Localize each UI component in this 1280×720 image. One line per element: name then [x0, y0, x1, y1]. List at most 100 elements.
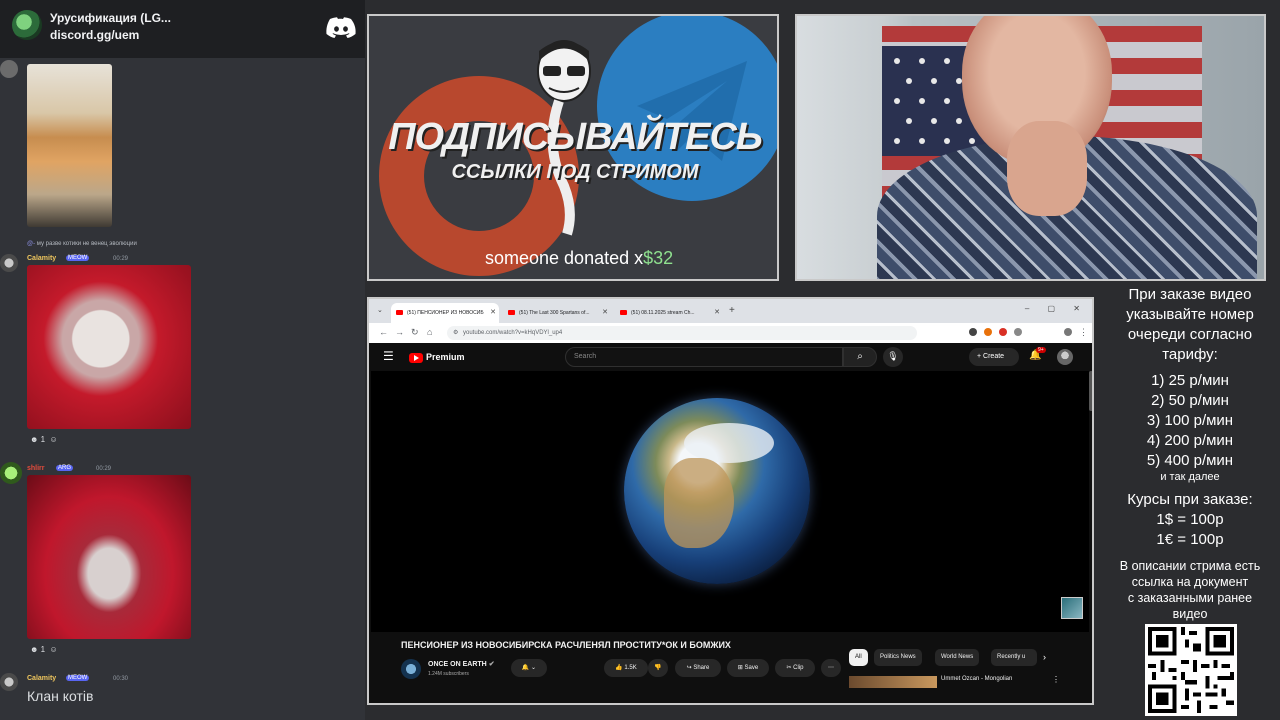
- subscriber-count: 1.24M subscribers: [428, 671, 469, 677]
- browser-window: ⌄ (51) ПЕНСИОНЕР ИЗ НОВОСИБ ✕ (51) The L…: [367, 297, 1094, 705]
- search-input[interactable]: Search: [565, 347, 843, 367]
- youtube-premium-label[interactable]: Premium: [426, 352, 465, 362]
- account-avatar[interactable]: [1057, 349, 1073, 365]
- youtube-favicon-icon: [620, 310, 627, 315]
- tab-search-icon[interactable]: ⌄: [377, 306, 383, 314]
- reaction-pill[interactable]: ☻ 1 ☺: [30, 435, 58, 444]
- page-scrollbar[interactable]: [1089, 371, 1092, 411]
- close-icon[interactable]: ✕: [490, 308, 496, 316]
- chip-recently-uploaded[interactable]: Recently u: [991, 649, 1037, 666]
- cat-gif-image[interactable]: [27, 475, 191, 639]
- discord-chat-panel: Урусификация (LG... discord.gg/uem @‑ му…: [0, 0, 365, 720]
- new-tab-button[interactable]: +: [729, 305, 735, 316]
- browser-tab[interactable]: (51) The Last 300 Spartans of... ✕: [503, 303, 611, 323]
- subscribe-banner: ПОДПИСЫВАЙТЕСЬ ССЫЛКИ ПОД СТРИМОМ someon…: [367, 14, 779, 281]
- forward-icon[interactable]: →: [395, 327, 404, 337]
- info-heading-line: При заказе видео: [1128, 286, 1252, 303]
- order-info-panel: При заказе видео указывайте номер очеред…: [1100, 285, 1280, 622]
- recommended-video-title[interactable]: Ummet Ozcan - Mongolian: [941, 676, 1012, 682]
- user-avatar[interactable]: [0, 462, 22, 484]
- hamburger-menu-icon[interactable]: ☰: [383, 349, 394, 363]
- server-name: Урусификация (LG...: [50, 11, 171, 25]
- chevron-right-icon[interactable]: ›: [1043, 652, 1046, 662]
- notification-count-badge: 9+: [1036, 347, 1046, 353]
- browser-tab-bar: ⌄ (51) ПЕНСИОНЕР ИЗ НОВОСИБ ✕ (51) The L…: [369, 299, 1092, 323]
- like-button[interactable]: 👍 1.5K: [604, 659, 648, 677]
- profile-icon[interactable]: [1064, 328, 1072, 336]
- more-actions-button[interactable]: ⋯: [821, 659, 841, 677]
- role-badge: MEOW: [66, 255, 90, 261]
- role-badge: ARG: [56, 465, 74, 471]
- close-icon[interactable]: ✕: [714, 308, 720, 316]
- earth-africa: [664, 458, 734, 548]
- extension-icon[interactable]: [999, 328, 1007, 336]
- tariff-line: 1) 25 р/мин: [1151, 372, 1229, 389]
- info-heading-line: очереди согласно: [1127, 326, 1253, 343]
- cat-gif-image[interactable]: [27, 64, 112, 227]
- discord-server-header[interactable]: Урусификация (LG... discord.gg/uem: [0, 0, 365, 58]
- chip-all[interactable]: All: [849, 649, 868, 666]
- home-icon[interactable]: ⌂: [427, 327, 432, 337]
- browser-tab[interactable]: (51) ПЕНСИОНЕР ИЗ НОВОСИБ ✕: [391, 303, 499, 323]
- share-button[interactable]: ↪ Share: [675, 659, 721, 677]
- address-bar[interactable]: ⚙ youtube.com/watch?v=kHqVDYl_up4: [447, 326, 917, 340]
- server-invite-link[interactable]: discord.gg/uem: [50, 28, 139, 42]
- rate-line: 1€ = 100р: [1156, 531, 1224, 548]
- save-button[interactable]: ⊞ Save: [727, 659, 769, 677]
- message-author[interactable]: Calamity: [27, 255, 56, 262]
- webcam-feed: [795, 14, 1266, 281]
- reply-preview[interactable]: @‑ му разве котики не венец эволюции: [27, 241, 137, 247]
- recommended-video-thumbnail[interactable]: [849, 676, 937, 688]
- note-line: В описании стрима есть: [1119, 559, 1261, 573]
- message-author[interactable]: Calamity: [27, 675, 56, 682]
- chip-world-news[interactable]: World News: [935, 649, 980, 666]
- message-timestamp: 00:29: [113, 256, 129, 262]
- donation-alert: someone donated x$32: [485, 248, 674, 268]
- reload-icon[interactable]: ↻: [411, 327, 419, 338]
- site-info-icon[interactable]: ⚙: [453, 329, 458, 336]
- close-icon[interactable]: ✕: [602, 308, 608, 316]
- message-timestamp: 00:30: [113, 676, 129, 682]
- discord-icon: [326, 17, 356, 38]
- banner-subtitle: ССЫЛКИ ПОД СТРИМОМ: [451, 161, 699, 183]
- youtube-logo-icon[interactable]: [409, 353, 423, 363]
- user-avatar[interactable]: [0, 673, 18, 691]
- tariff-line: 2) 50 р/мин: [1151, 392, 1229, 409]
- note-line: ссылка на документ: [1131, 575, 1249, 589]
- browser-tab[interactable]: (51) 08.11.2025 stream Ch... ✕: [615, 303, 723, 323]
- tariff-more: и так далее: [1160, 471, 1220, 483]
- more-options-icon[interactable]: ⋮: [1052, 675, 1060, 684]
- banner-title: ПОДПИСЫВАЙТЕСЬ: [388, 116, 763, 158]
- browser-menu-icon[interactable]: ⋮: [1079, 327, 1088, 338]
- extension-icon[interactable]: [984, 328, 992, 336]
- search-icon[interactable]: ⌕: [843, 347, 877, 367]
- message-author[interactable]: shlirr: [27, 465, 45, 472]
- chip-politics-news[interactable]: Politics News: [874, 649, 922, 666]
- browser-toolbar: ← → ↻ ⌂ ⚙ youtube.com/watch?v=kHqVDYl_up…: [369, 323, 1092, 343]
- message-text: Клан котів: [27, 688, 94, 704]
- youtube-favicon-icon: [396, 310, 403, 315]
- cat-gif-image[interactable]: [27, 265, 191, 429]
- channel-avatar[interactable]: [401, 659, 421, 679]
- back-icon[interactable]: ←: [379, 327, 388, 337]
- video-player[interactable]: [371, 371, 1089, 632]
- create-button[interactable]: + Create: [969, 348, 1019, 366]
- youtube-header: ☰ Premium Search ⌕ 🎙 + Create 🔔 9+: [369, 343, 1092, 371]
- user-avatar[interactable]: [0, 254, 18, 272]
- extensions-puzzle-icon[interactable]: [1014, 328, 1022, 336]
- microphone-icon[interactable]: 🎙: [883, 347, 903, 367]
- user-avatar[interactable]: [0, 60, 18, 78]
- subscribe-bell-button[interactable]: 🔔 ⌄: [511, 659, 547, 677]
- channel-watermark-icon[interactable]: [1061, 597, 1083, 619]
- rates-title: Курсы при заказе:: [1127, 491, 1253, 508]
- clip-button[interactable]: ✂ Clip: [775, 659, 815, 677]
- video-title: ПЕНСИОНЕР ИЗ НОВОСИБИРСКА РАСЧЛЕНЯЛ ПРОС…: [401, 640, 731, 650]
- reaction-pill[interactable]: ☻ 1 ☺: [30, 645, 58, 654]
- streamer-hand: [1007, 121, 1087, 216]
- dislike-button[interactable]: 👎: [648, 659, 668, 677]
- tariff-line: 3) 100 р/мин: [1146, 412, 1234, 429]
- channel-name[interactable]: ONCE ON EARTH ✔: [428, 660, 495, 668]
- window-controls[interactable]: – ▢ ✕: [1025, 304, 1088, 313]
- role-badge: MEOW: [66, 675, 90, 681]
- extension-icon[interactable]: [969, 328, 977, 336]
